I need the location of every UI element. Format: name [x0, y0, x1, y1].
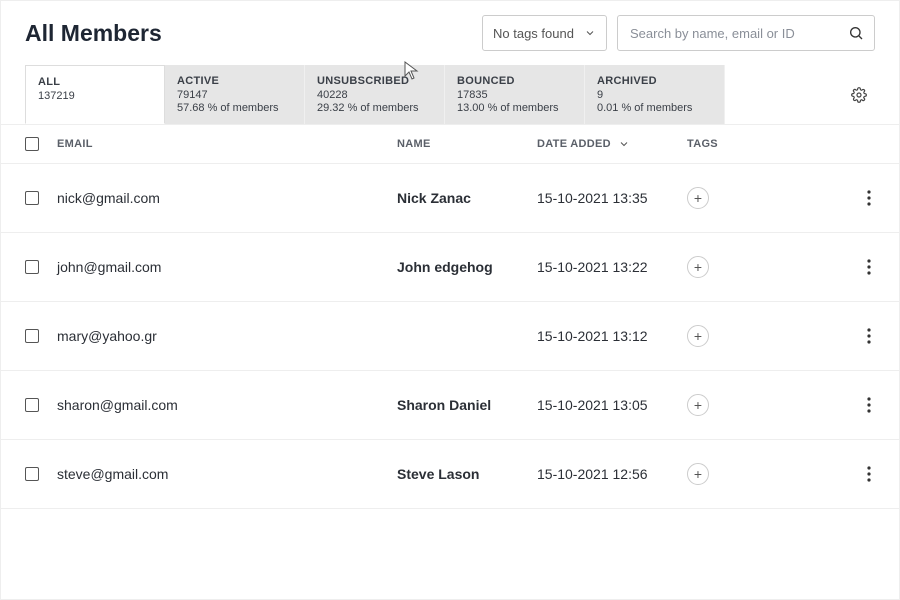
- add-tag-button[interactable]: +: [687, 463, 709, 485]
- add-tag-button[interactable]: +: [687, 256, 709, 278]
- table-row[interactable]: john@gmail.com John edgehog 15-10-2021 1…: [1, 233, 899, 302]
- tab-all[interactable]: ALL 137219: [25, 65, 165, 124]
- row-menu-button[interactable]: [863, 255, 875, 279]
- row-checkbox[interactable]: [25, 467, 39, 481]
- row-menu-button[interactable]: [863, 462, 875, 486]
- member-email: mary@yahoo.gr: [57, 328, 397, 344]
- col-tags-header[interactable]: TAGS: [687, 138, 787, 150]
- tab-label: ALL: [38, 76, 152, 88]
- row-checkbox[interactable]: [25, 260, 39, 274]
- chevron-down-icon: [618, 138, 630, 150]
- row-menu-button[interactable]: [863, 393, 875, 417]
- table-row[interactable]: nick@gmail.com Nick Zanac 15-10-2021 13:…: [1, 164, 899, 233]
- kebab-icon: [867, 259, 871, 275]
- tab-active[interactable]: ACTIVE 79147 57.68 % of members: [165, 65, 305, 124]
- tab-pct: 57.68 % of members: [177, 102, 292, 114]
- col-date-header[interactable]: DATE ADDED: [537, 138, 687, 150]
- tab-unsubscribed[interactable]: UNSUBSCRIBED 40228 29.32 % of members: [305, 65, 445, 124]
- row-checkbox[interactable]: [25, 398, 39, 412]
- tab-pct: 13.00 % of members: [457, 102, 572, 114]
- tab-label: ARCHIVED: [597, 75, 712, 87]
- member-name: Steve Lason: [397, 466, 537, 482]
- kebab-icon: [867, 397, 871, 413]
- row-menu-button[interactable]: [863, 186, 875, 210]
- tab-bounced[interactable]: BOUNCED 17835 13.00 % of members: [445, 65, 585, 124]
- row-checkbox[interactable]: [25, 191, 39, 205]
- tab-label: ACTIVE: [177, 75, 292, 87]
- add-tag-button[interactable]: +: [687, 394, 709, 416]
- member-name: John edgehog: [397, 259, 537, 275]
- add-tag-button[interactable]: +: [687, 187, 709, 209]
- kebab-icon: [867, 466, 871, 482]
- member-date: 15-10-2021 13:35: [537, 190, 687, 206]
- add-tag-button[interactable]: +: [687, 325, 709, 347]
- gear-icon: [851, 87, 867, 103]
- search-field-wrapper[interactable]: [617, 15, 875, 51]
- table-row[interactable]: steve@gmail.com Steve Lason 15-10-2021 1…: [1, 440, 899, 509]
- tab-archived[interactable]: ARCHIVED 9 0.01 % of members: [585, 65, 725, 124]
- tab-count: 40228: [317, 89, 432, 101]
- search-input[interactable]: [628, 25, 848, 42]
- tab-pct: 29.32 % of members: [317, 102, 432, 114]
- settings-button[interactable]: [843, 79, 875, 111]
- page-title: All Members: [25, 20, 472, 47]
- select-all-checkbox[interactable]: [25, 137, 39, 151]
- chevron-down-icon: [584, 27, 596, 39]
- tab-count: 79147: [177, 89, 292, 101]
- table-header: EMAIL NAME DATE ADDED TAGS: [1, 125, 899, 164]
- tab-count: 137219: [38, 90, 152, 102]
- member-email: john@gmail.com: [57, 259, 397, 275]
- member-email: sharon@gmail.com: [57, 397, 397, 413]
- col-email-header[interactable]: EMAIL: [57, 138, 397, 150]
- status-tabs: ALL 137219 ACTIVE 79147 57.68 % of membe…: [25, 65, 843, 124]
- tab-pct: 0.01 % of members: [597, 102, 712, 114]
- tags-filter-label: No tags found: [493, 26, 574, 41]
- tags-filter-dropdown[interactable]: No tags found: [482, 15, 607, 51]
- row-checkbox[interactable]: [25, 329, 39, 343]
- tab-count: 17835: [457, 89, 572, 101]
- search-icon: [848, 25, 864, 41]
- member-email: nick@gmail.com: [57, 190, 397, 206]
- member-name: Nick Zanac: [397, 190, 537, 206]
- member-date: 15-10-2021 12:56: [537, 466, 687, 482]
- table-body: nick@gmail.com Nick Zanac 15-10-2021 13:…: [1, 164, 899, 509]
- kebab-icon: [867, 190, 871, 206]
- member-name: Sharon Daniel: [397, 397, 537, 413]
- kebab-icon: [867, 328, 871, 344]
- member-email: steve@gmail.com: [57, 466, 397, 482]
- tab-label: BOUNCED: [457, 75, 572, 87]
- col-name-header[interactable]: NAME: [397, 138, 537, 150]
- table-row[interactable]: sharon@gmail.com Sharon Daniel 15-10-202…: [1, 371, 899, 440]
- table-row[interactable]: mary@yahoo.gr 15-10-2021 13:12 +: [1, 302, 899, 371]
- member-date: 15-10-2021 13:12: [537, 328, 687, 344]
- member-date: 15-10-2021 13:22: [537, 259, 687, 275]
- row-menu-button[interactable]: [863, 324, 875, 348]
- tab-count: 9: [597, 89, 712, 101]
- member-date: 15-10-2021 13:05: [537, 397, 687, 413]
- tab-label: UNSUBSCRIBED: [317, 75, 432, 87]
- col-date-label: DATE ADDED: [537, 138, 611, 150]
